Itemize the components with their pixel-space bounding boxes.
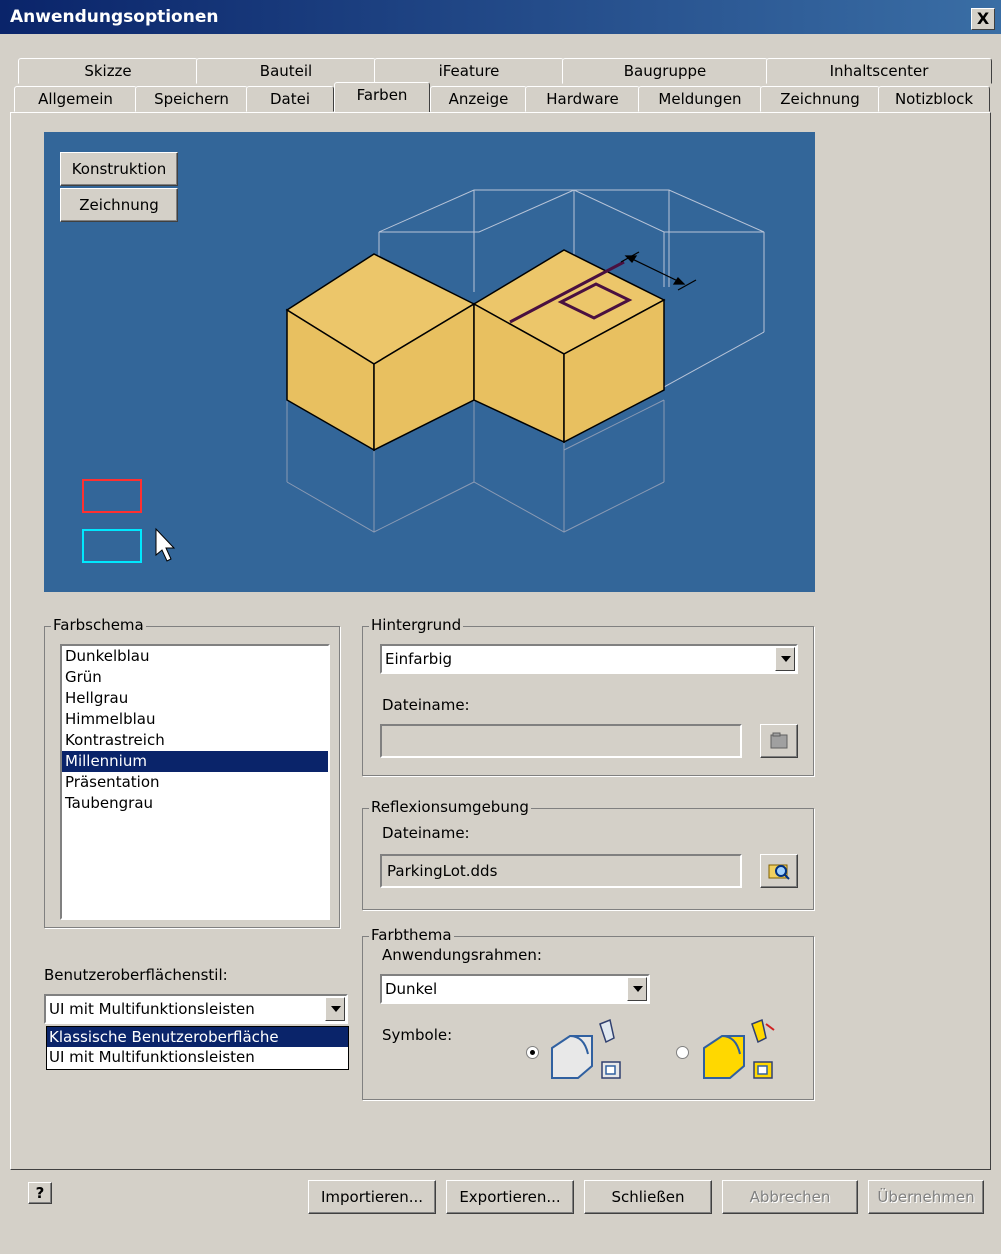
tab-bauteil[interactable]: Bauteil — [196, 58, 376, 84]
background-legend: Hintergrund — [369, 616, 464, 634]
background-file-label: Dateiname: — [382, 696, 470, 714]
preselect-color-swatch — [82, 529, 142, 563]
color-scheme-list[interactable]: Dunkelblau Grün Hellgrau Himmelblau Kont… — [60, 644, 330, 920]
tab-ifeature[interactable]: iFeature — [374, 58, 564, 84]
chevron-down-icon[interactable] — [775, 647, 795, 671]
background-select[interactable]: Einfarbig — [380, 644, 798, 674]
list-item[interactable]: Grün — [62, 667, 328, 688]
reflection-file-value: ParkingLot.dds — [387, 862, 498, 880]
ui-style-dropdown-list[interactable]: Klassische Benutzeroberfläche UI mit Mul… — [46, 1026, 349, 1070]
tab-skizze[interactable]: Skizze — [18, 58, 198, 84]
folder-icon — [770, 732, 788, 749]
ui-style-label: Benutzeroberflächenstil: — [44, 966, 228, 984]
list-item[interactable]: Kontrastreich — [62, 730, 328, 751]
tab-zeichnung[interactable]: Zeichnung — [760, 86, 880, 112]
background-value: Einfarbig — [385, 650, 453, 668]
app-frame-select[interactable]: Dunkel — [380, 974, 650, 1004]
tab-notizblock[interactable]: Notizblock — [878, 86, 990, 112]
close-dialog-button[interactable]: Schließen — [584, 1180, 712, 1214]
list-item[interactable]: Taubengrau — [62, 793, 328, 814]
light-icon-set-icon — [551, 1018, 621, 1079]
tab-allgemein[interactable]: Allgemein — [14, 86, 137, 112]
app-frame-label: Anwendungsrahmen: — [382, 946, 542, 964]
reflection-file-label: Dateiname: — [382, 824, 470, 842]
tab-baugruppe[interactable]: Baugruppe — [562, 58, 768, 84]
reflection-legend: Reflexionsumgebung — [369, 798, 531, 816]
icons-radio-color[interactable] — [676, 1046, 689, 1059]
color-scheme-legend: Farbschema — [51, 616, 146, 634]
tab-farben[interactable]: Farben — [334, 82, 430, 112]
ui-style-value: UI mit Multifunktionsleisten — [49, 1000, 255, 1018]
apply-button: Übernehmen — [868, 1180, 984, 1214]
chevron-down-icon[interactable] — [325, 997, 345, 1021]
app-frame-value: Dunkel — [385, 980, 438, 998]
list-item[interactable]: Dunkelblau — [62, 646, 328, 667]
tab-meldungen[interactable]: Meldungen — [638, 86, 762, 112]
tab-anzeige[interactable]: Anzeige — [430, 86, 527, 112]
ui-style-select[interactable]: UI mit Multifunktionsleisten — [44, 994, 348, 1024]
color-preview: Konstruktion Zeichnung — [44, 132, 815, 592]
export-button[interactable]: Exportieren... — [446, 1180, 574, 1214]
cursor-arrow-icon — [155, 527, 176, 562]
tab-speichern[interactable]: Speichern — [135, 86, 248, 112]
browse-background-button — [760, 724, 798, 758]
tab-hardware[interactable]: Hardware — [525, 86, 640, 112]
folder-search-icon — [768, 864, 790, 880]
help-button[interactable]: ? — [28, 1182, 52, 1204]
cancel-button: Abbrechen — [722, 1180, 858, 1214]
color-theme-legend: Farbthema — [369, 926, 454, 944]
list-item[interactable]: Präsentation — [62, 772, 328, 793]
list-item-selected[interactable]: Millennium — [62, 751, 328, 772]
browse-reflection-button[interactable] — [760, 854, 798, 888]
tab-datei[interactable]: Datei — [246, 86, 334, 112]
list-item[interactable]: Hellgrau — [62, 688, 328, 709]
close-button[interactable]: X — [971, 8, 995, 30]
preview-model — [82, 189, 765, 563]
import-button[interactable]: Importieren... — [308, 1180, 436, 1214]
tab-inhaltscenter[interactable]: Inhaltscenter — [766, 58, 992, 84]
highlight-color-swatch — [82, 479, 142, 513]
chevron-down-icon[interactable] — [627, 977, 647, 1001]
icons-radio-light[interactable] — [526, 1046, 539, 1059]
color-icon-set-icon — [703, 1018, 775, 1079]
list-item[interactable]: Himmelblau — [62, 709, 328, 730]
icons-label: Symbole: — [382, 1026, 453, 1044]
window-title: Anwendungsoptionen — [10, 7, 219, 27]
background-file-input — [380, 724, 742, 758]
ui-style-option[interactable]: Klassische Benutzeroberfläche — [47, 1027, 348, 1047]
title-bar: Anwendungsoptionen X — [0, 0, 1001, 34]
ui-style-option[interactable]: UI mit Multifunktionsleisten — [47, 1047, 348, 1067]
reflection-file-input: ParkingLot.dds — [380, 854, 742, 888]
